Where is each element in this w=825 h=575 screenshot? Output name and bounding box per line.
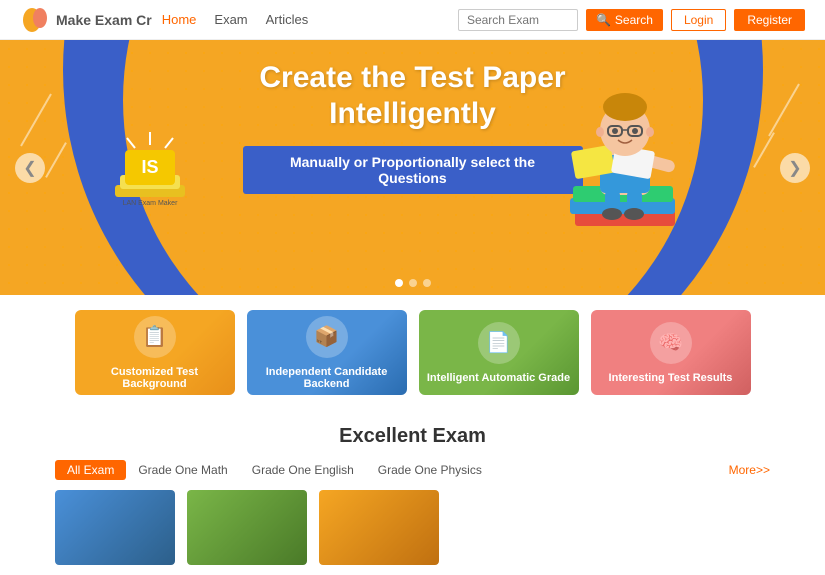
exam-card-thumb-3 (319, 490, 439, 565)
logo-area: Make Exam Cr (20, 5, 152, 35)
excellent-title: Excellent Exam (55, 425, 770, 448)
feature-card-customized[interactable]: 📋 Customized Test Background (75, 310, 235, 395)
feature-card-grade[interactable]: 📄 Intelligent Automatic Grade (419, 310, 579, 395)
exam-tabs: All Exam Grade One Math Grade One Englis… (55, 460, 770, 480)
exam-tab-all[interactable]: All Exam (55, 460, 126, 480)
exam-tab-math[interactable]: Grade One Math (126, 460, 239, 480)
hero-title: Create the Test Paper Intelligently (243, 60, 583, 132)
exam-tab-english[interactable]: Grade One English (240, 460, 366, 480)
nav-exam[interactable]: Exam (214, 12, 247, 27)
nav-home[interactable]: Home (162, 12, 197, 27)
svg-text:LAN Exam Maker: LAN Exam Maker (123, 200, 179, 207)
hero-prev-button[interactable]: ❮ (15, 153, 45, 183)
search-icon: 🔍 (596, 13, 611, 27)
hero-lamp-illustration: IS LAN Exam Maker (95, 120, 215, 240)
navbar: Make Exam Cr Home Exam Articles 🔍 Search… (0, 0, 825, 40)
site-name: Make Exam Cr (56, 12, 152, 28)
candidate-icon: 📦 (306, 316, 348, 358)
exam-card-thumb-1 (55, 490, 175, 565)
results-icon: 🧠 (650, 322, 692, 364)
nav-right: 🔍 Search Login Register (458, 9, 805, 31)
excellent-section: Excellent Exam All Exam Grade One Math G… (0, 410, 825, 575)
exam-card-1[interactable] (55, 490, 175, 565)
login-button[interactable]: Login (671, 9, 726, 31)
exam-card-3[interactable] (319, 490, 439, 565)
search-button[interactable]: 🔍 Search (586, 9, 663, 31)
results-label: Interesting Test Results (605, 372, 737, 384)
hero-next-button[interactable]: ❯ (780, 153, 810, 183)
nav-articles[interactable]: Articles (266, 12, 309, 27)
customized-icon: 📋 (134, 316, 176, 358)
register-button[interactable]: Register (734, 9, 805, 31)
candidate-label: Independent Candidate Backend (247, 366, 407, 390)
nav-links: Home Exam Articles (162, 12, 309, 27)
exam-tab-physics[interactable]: Grade One Physics (366, 460, 494, 480)
hero-dot-3[interactable] (423, 279, 431, 287)
svg-text:IS: IS (141, 157, 158, 177)
hero-banner: IS LAN Exam Maker Create the Test Paper … (0, 40, 825, 295)
logo-icon (20, 5, 50, 35)
customized-label: Customized Test Background (75, 366, 235, 390)
grade-label: Intelligent Automatic Grade (423, 372, 574, 384)
hero-dot-2[interactable] (409, 279, 417, 287)
hero-subtitle: Manually or Proportionally select the Qu… (243, 146, 583, 194)
features-section: 📋 Customized Test Background 📦 Independe… (0, 295, 825, 410)
grade-icon: 📄 (478, 322, 520, 364)
exam-card-2[interactable] (187, 490, 307, 565)
exam-card-thumb-2 (187, 490, 307, 565)
hero-dot-1[interactable] (395, 279, 403, 287)
hero-character-illustration (545, 50, 705, 280)
feature-card-candidate[interactable]: 📦 Independent Candidate Backend (247, 310, 407, 395)
more-link[interactable]: More>> (729, 463, 770, 477)
exam-cards (55, 490, 770, 565)
hero-slide-indicators (395, 279, 431, 287)
feature-card-results[interactable]: 🧠 Interesting Test Results (591, 310, 751, 395)
hero-content: Create the Test Paper Intelligently Manu… (243, 60, 583, 194)
search-input[interactable] (458, 9, 578, 31)
